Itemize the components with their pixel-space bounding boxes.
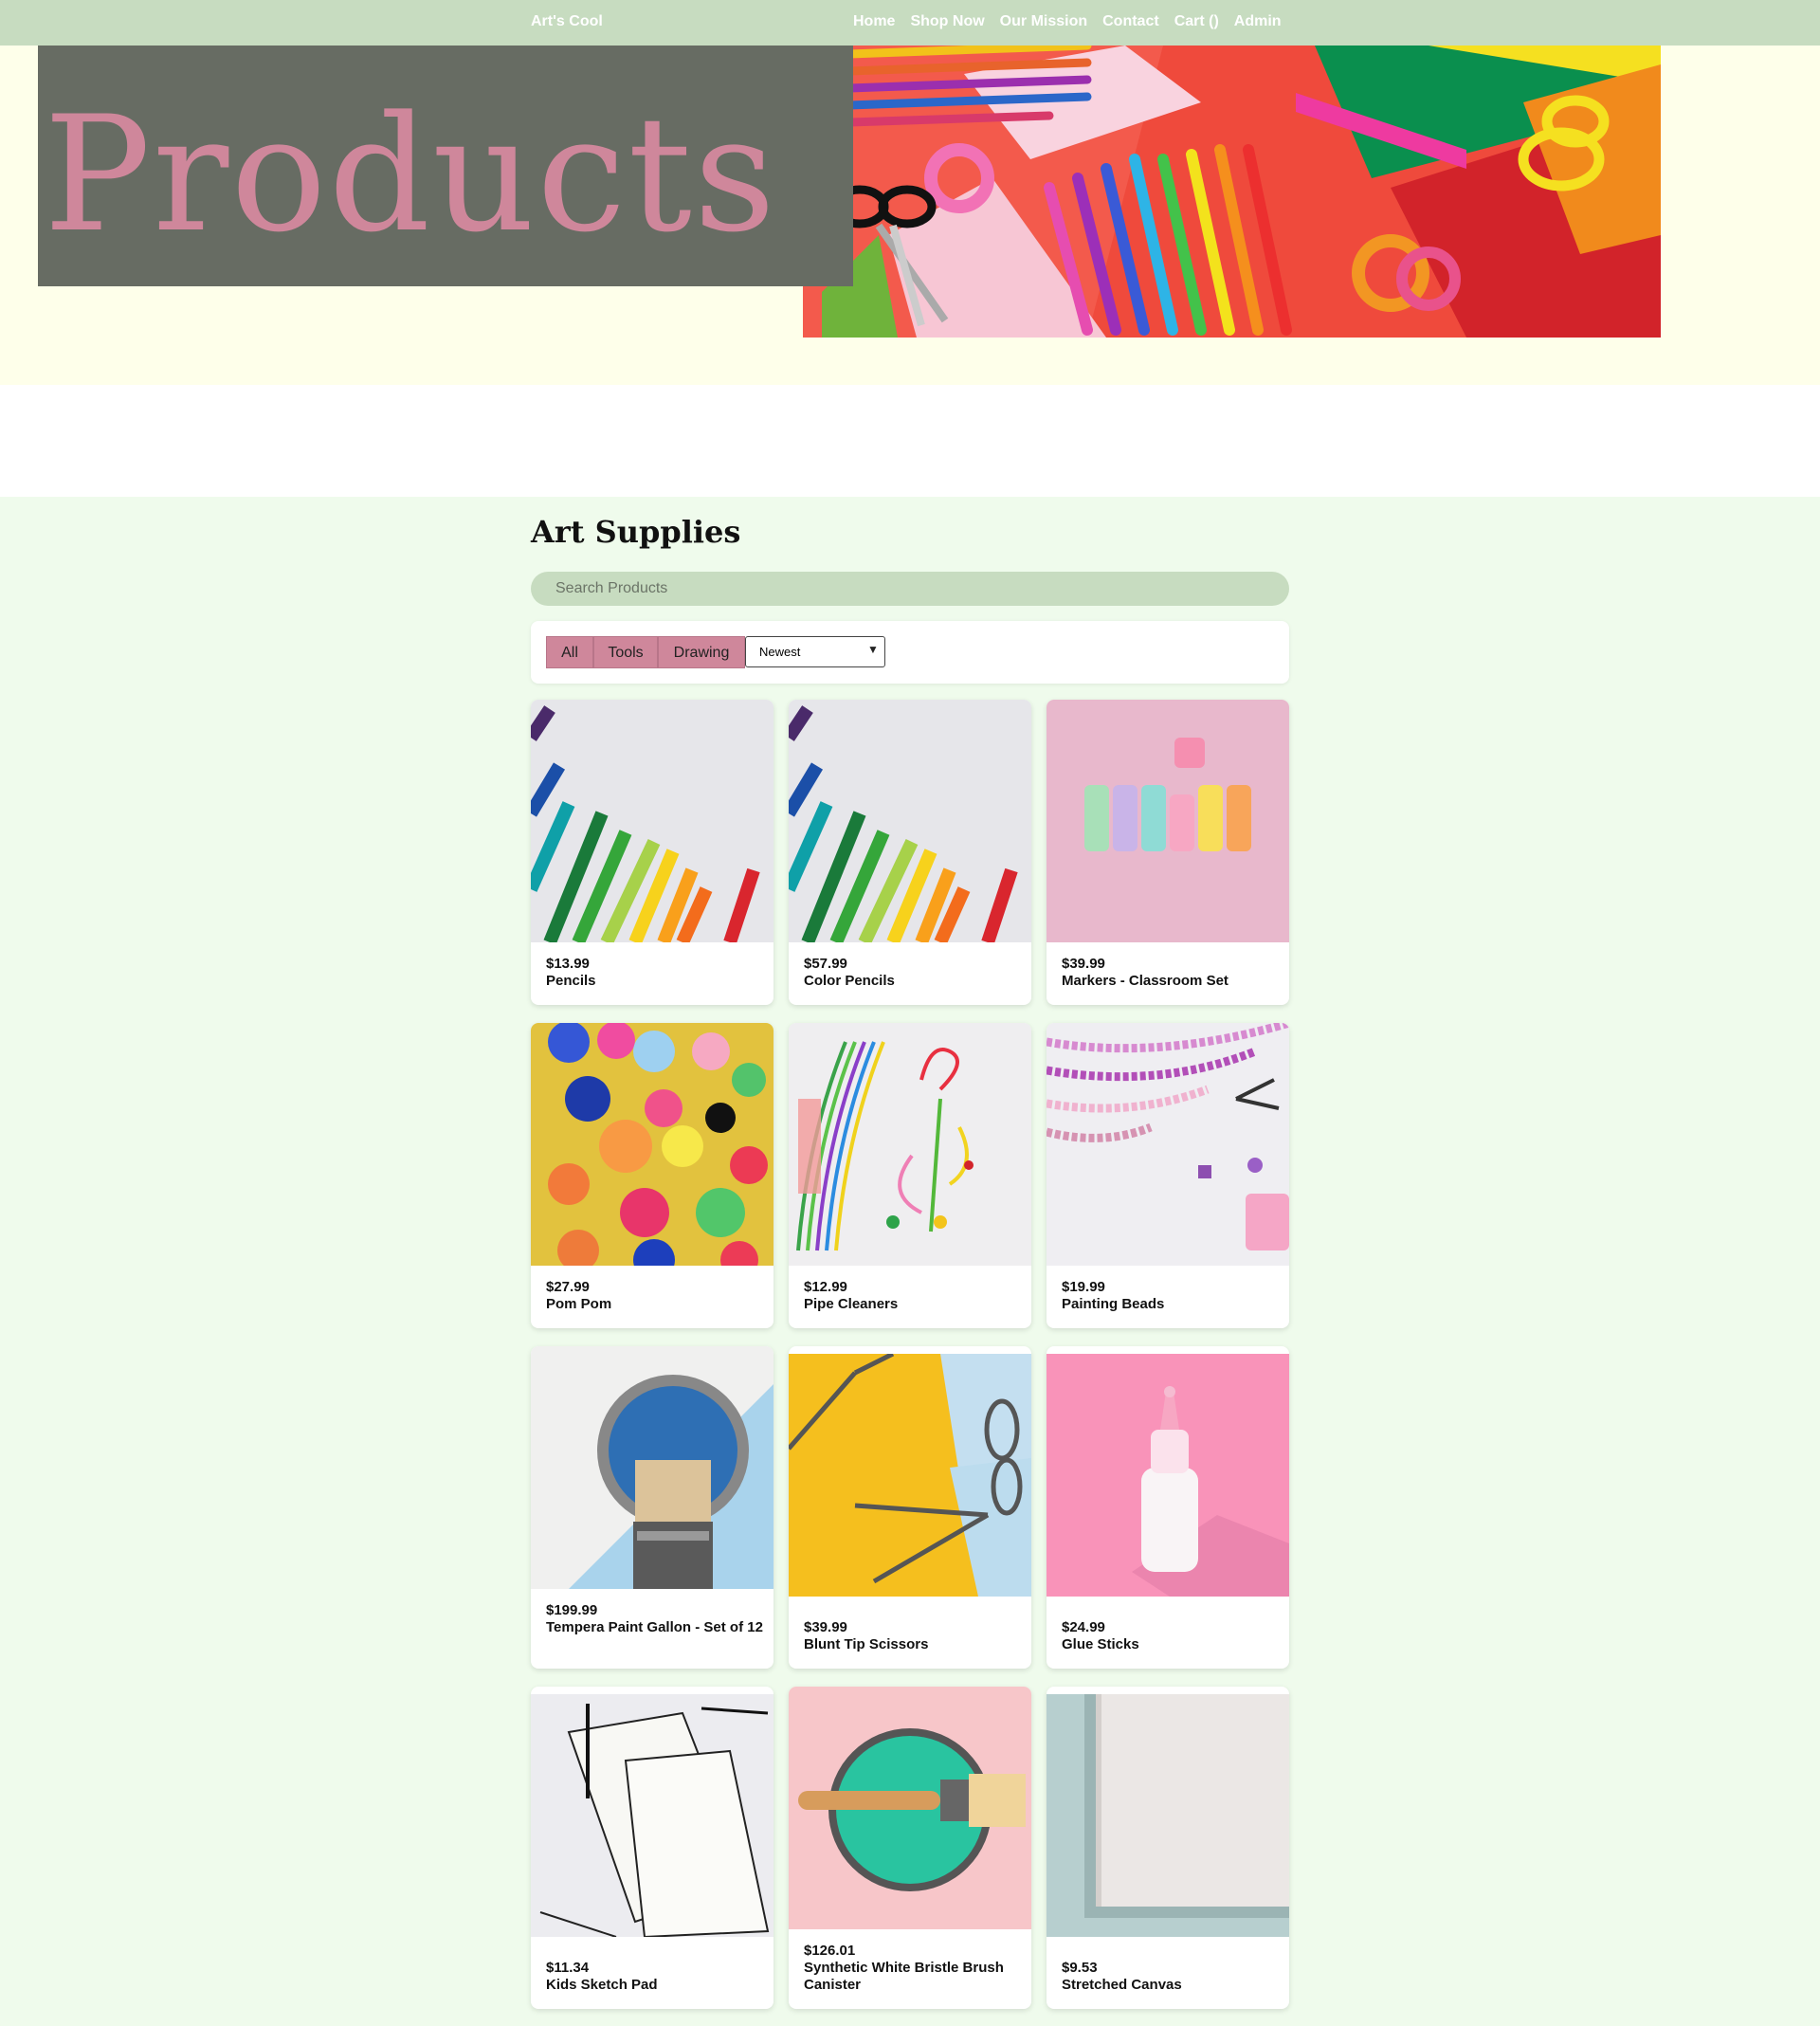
filter-drawing-button[interactable]: Drawing: [658, 636, 745, 668]
product-name: Markers - Classroom Set: [1062, 973, 1228, 989]
product-image-glue-sticks: [1046, 1354, 1289, 1597]
nav-home-link[interactable]: Home: [853, 0, 895, 44]
hero-craft-supplies-image: [803, 46, 1661, 338]
product-name: Painting Beads: [1062, 1296, 1165, 1312]
product-name: Pom Pom: [546, 1296, 612, 1312]
product-name: Glue Sticks: [1062, 1636, 1139, 1652]
filter-bar: All Tools Drawing Newest ▼: [531, 621, 1289, 684]
product-price: $19.99: [1062, 1279, 1105, 1295]
product-price: $13.99: [546, 956, 590, 972]
filter-all-button[interactable]: All: [546, 636, 593, 668]
product-card[interactable]: $39.99 Markers - Classroom Set: [1046, 700, 1289, 1005]
product-card[interactable]: $27.99 Pom Pom: [531, 1023, 774, 1328]
product-price: $199.99: [546, 1602, 598, 1618]
brand-link[interactable]: Art's Cool: [531, 0, 603, 44]
product-image-brush-canister: [789, 1687, 1031, 1929]
product-image-tempera-paint: [531, 1346, 774, 1589]
nav-cart-link[interactable]: Cart (): [1174, 0, 1219, 44]
section-title: Art Supplies: [531, 514, 741, 550]
product-card[interactable]: $11.34 Kids Sketch Pad: [531, 1687, 774, 2009]
product-name: Color Pencils: [804, 973, 895, 989]
product-name: Pencils: [546, 973, 596, 989]
product-card[interactable]: $9.53 Stretched Canvas: [1046, 1687, 1289, 2009]
nav-admin-link[interactable]: Admin: [1234, 0, 1282, 44]
product-name: Stretched Canvas: [1062, 1977, 1182, 1993]
hero-banner: Products: [0, 46, 1820, 385]
product-image-pencils: [531, 700, 774, 942]
product-image-blunt-tip-scissors: [789, 1354, 1031, 1597]
sort-select[interactable]: Newest: [745, 636, 885, 667]
product-image-kids-sketch-pad: [531, 1694, 774, 1937]
product-image-markers: [1046, 700, 1289, 942]
nav-contact-link[interactable]: Contact: [1102, 0, 1159, 44]
product-price: $24.99: [1062, 1619, 1105, 1635]
product-price: $12.99: [804, 1279, 847, 1295]
product-price: $9.53: [1062, 1960, 1098, 1976]
product-card[interactable]: $12.99 Pipe Cleaners: [789, 1023, 1031, 1328]
product-price: $27.99: [546, 1279, 590, 1295]
top-navbar: Art's Cool Home Shop Now Our Mission Con…: [0, 0, 1820, 46]
nav-links: Home Shop Now Our Mission Contact Cart (…: [853, 0, 1282, 44]
product-name: Tempera Paint Gallon - Set of 12: [546, 1619, 763, 1635]
product-image-pom-pom: [531, 1023, 774, 1266]
product-card[interactable]: $19.99 Painting Beads: [1046, 1023, 1289, 1328]
product-price: $126.01: [804, 1943, 856, 1959]
product-card[interactable]: $57.99 Color Pencils: [789, 700, 1031, 1005]
nav-shop-now-link[interactable]: Shop Now: [910, 0, 984, 44]
product-price: $39.99: [1062, 956, 1105, 972]
product-name: Synthetic White Bristle Brush Canister: [804, 1960, 1004, 1993]
product-name: Blunt Tip Scissors: [804, 1636, 929, 1652]
filter-tools-button[interactable]: Tools: [593, 636, 658, 668]
product-card[interactable]: $126.01 Synthetic White Bristle Brush Ca…: [789, 1687, 1031, 2009]
product-name: Kids Sketch Pad: [546, 1977, 658, 1993]
product-price: $39.99: [804, 1619, 847, 1635]
product-card[interactable]: $24.99 Glue Sticks: [1046, 1346, 1289, 1669]
product-card[interactable]: $199.99 Tempera Paint Gallon - Set of 12: [531, 1346, 774, 1669]
hero-title: Products: [44, 82, 778, 267]
product-image-color-pencils: [789, 700, 1031, 942]
product-price: $11.34: [546, 1960, 590, 1976]
nav-our-mission-link[interactable]: Our Mission: [1000, 0, 1087, 44]
product-card[interactable]: $13.99 Pencils: [531, 700, 774, 1005]
hero-title-box: Products: [38, 46, 853, 286]
product-card[interactable]: $39.99 Blunt Tip Scissors: [789, 1346, 1031, 1669]
product-image-pipe-cleaners: [789, 1023, 1031, 1266]
search-input[interactable]: [531, 572, 1289, 606]
spacer-band: [0, 385, 1820, 497]
product-name: Pipe Cleaners: [804, 1296, 899, 1312]
product-image-stretched-canvas: [1046, 1694, 1289, 1937]
product-price: $57.99: [804, 956, 847, 972]
product-image-painting-beads: [1046, 1023, 1289, 1266]
